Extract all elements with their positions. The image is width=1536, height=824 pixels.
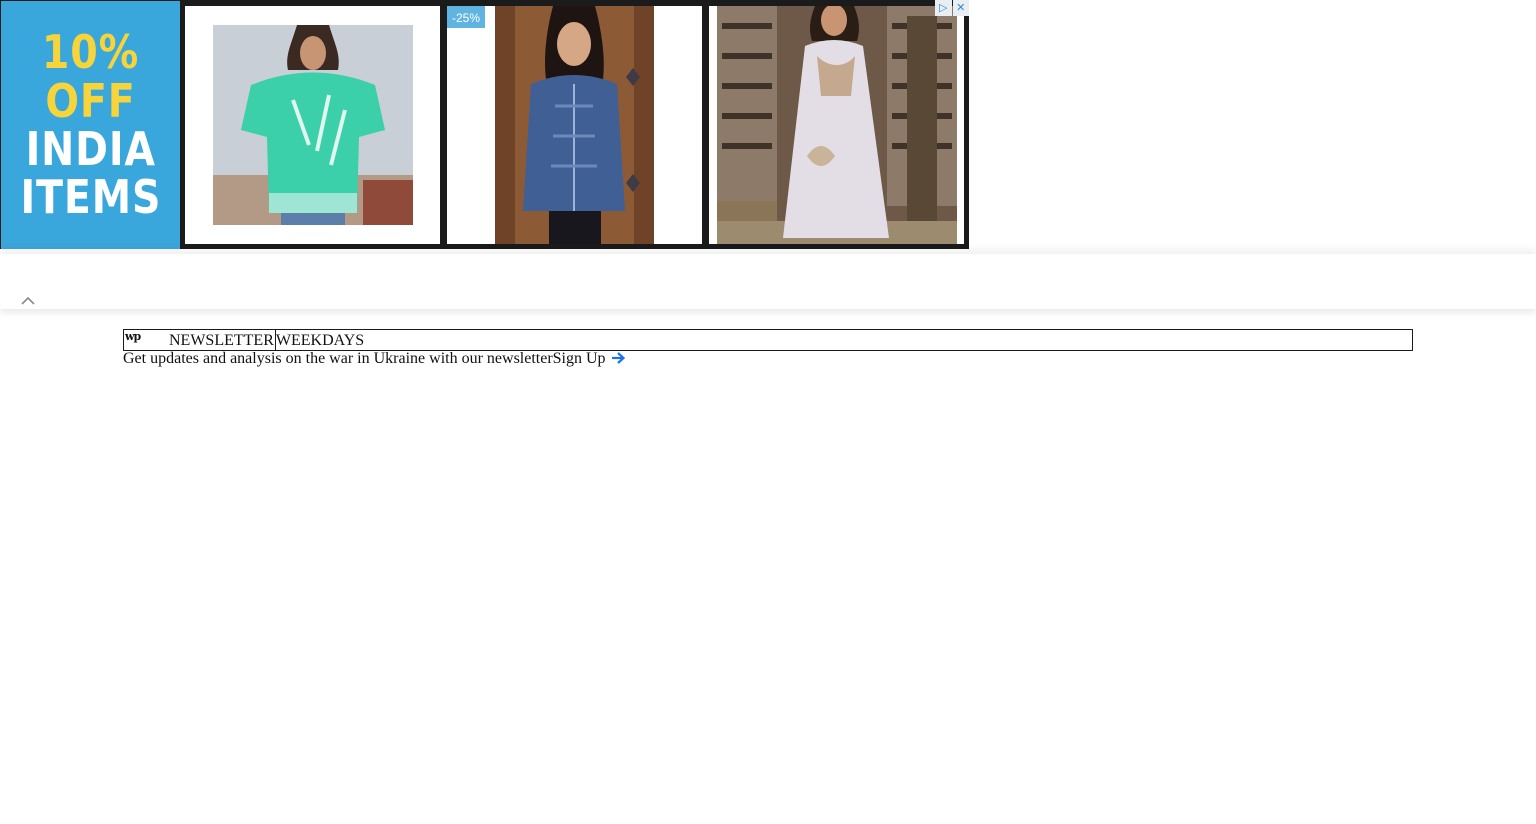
- ad-product-card-3[interactable]: [709, 6, 964, 244]
- sign-up-label: Sign Up: [552, 350, 606, 367]
- product-image-maxi-dress: [717, 6, 957, 244]
- newsletter-signup: Get updates and analysis on the war in U…: [123, 349, 626, 369]
- chevron-up-icon[interactable]: [20, 294, 36, 306]
- sign-up-link[interactable]: Sign Up: [553, 350, 626, 367]
- promo-line-discount: 10% OFF: [41, 25, 140, 128]
- newsletter-frequency: WEEKDAYS: [275, 332, 365, 349]
- ad-controls: ▷ ✕: [934, 0, 969, 16]
- arrow-right-icon: [611, 352, 625, 364]
- adchoices-icon[interactable]: ▷: [935, 0, 952, 16]
- discount-badge: -25%: [447, 6, 486, 28]
- ad-product-card-1[interactable]: [185, 6, 440, 244]
- ad-banner[interactable]: 10% OFF INDIA ITEMS -25% ▷ ✕: [0, 0, 969, 249]
- newsletter-label: NEWSLETTER: [169, 330, 276, 350]
- promo-line-items: ITEMS: [20, 170, 161, 225]
- promo-tile[interactable]: 10% OFF INDIA ITEMS: [1, 1, 180, 249]
- promo-line-region: INDIA: [25, 122, 156, 176]
- sticky-bar: [0, 254, 1536, 309]
- wp-logo: wp: [125, 330, 141, 343]
- newsletter-header: wp NEWSLETTER WEEKDAYS: [123, 329, 1413, 351]
- product-image-blue-tunic: [495, 6, 654, 244]
- page: 10% OFF INDIA ITEMS -25% ▷ ✕ wp NEWSLETT…: [0, 0, 1536, 824]
- ad-product-card-2[interactable]: -25%: [447, 6, 702, 244]
- close-icon[interactable]: ✕: [952, 0, 969, 16]
- newsletter-description: Get updates and analysis on the war in U…: [123, 350, 553, 367]
- product-image-teal-blouse: [213, 25, 413, 225]
